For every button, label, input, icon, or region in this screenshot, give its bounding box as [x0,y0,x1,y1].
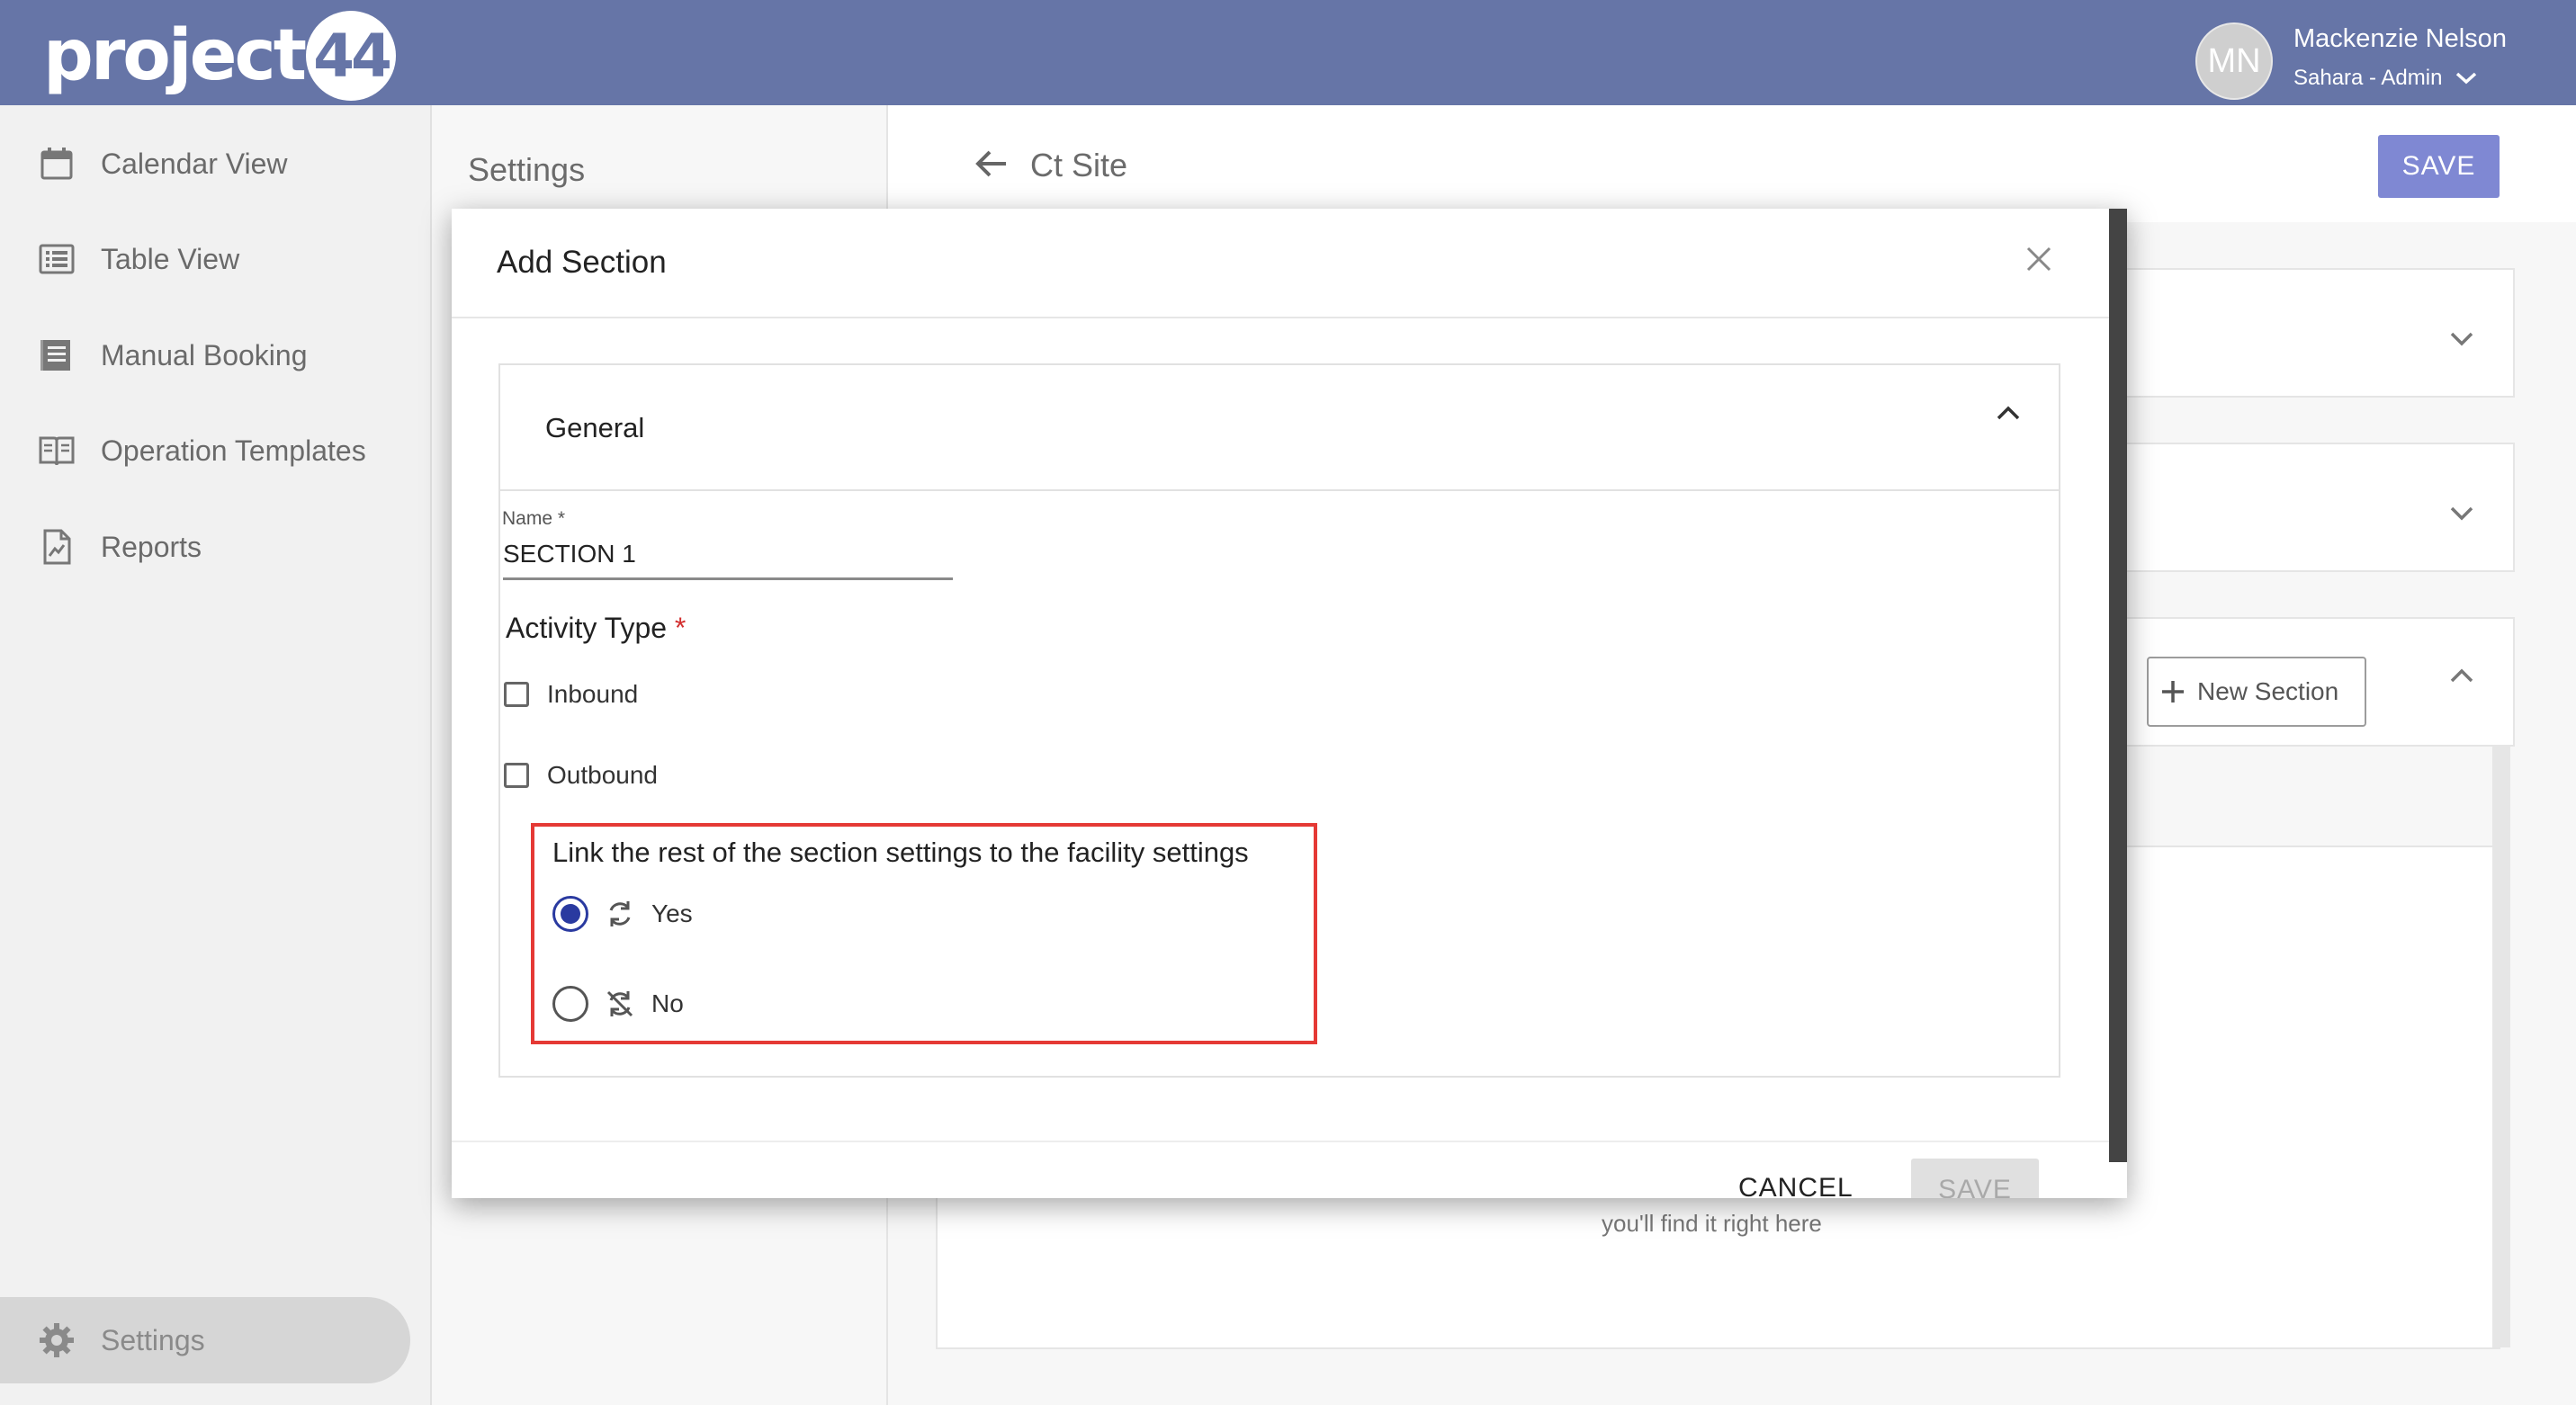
section-title: General [545,412,645,443]
user-name: Mackenzie Nelson [2293,24,2507,53]
book-icon [36,430,77,471]
gear-icon [36,1320,77,1361]
org-label: Sahara - Admin [2293,66,2443,90]
outbound-checkbox[interactable]: Outbound [504,761,658,790]
org-switcher[interactable]: Sahara - Admin [2293,66,2478,91]
chevron-down-icon[interactable] [2449,506,2474,522]
sidebar [0,105,432,1405]
settings-card[interactable] [2069,443,2515,572]
avatar[interactable]: MN [2195,22,2273,100]
radio-dot [561,904,580,924]
name-field-label: Name * [502,508,566,529]
sidebar-item-calendar-view[interactable]: Calendar View [36,137,288,191]
sidebar-item-operation-templates[interactable]: Operation Templates [36,424,366,478]
sidebar-item-label: Settings [101,1323,205,1356]
main-toolbar [888,105,2576,222]
dialog-save-button[interactable]: SAVE [1911,1159,2039,1198]
close-icon[interactable] [2015,236,2062,282]
link-yes-radio[interactable]: Yes [552,896,693,932]
settings-card[interactable] [2069,268,2515,398]
back-arrow-icon[interactable] [974,148,1010,183]
required-marker: * [674,612,687,644]
list-icon [36,238,77,280]
divider [452,1141,2109,1142]
logo-badge: 44 [306,11,397,101]
chevron-down-icon[interactable] [2449,331,2474,347]
sidebar-item-label: Manual Booking [101,338,308,371]
report-icon [36,526,77,568]
checkbox-label: Outbound [547,761,658,789]
sidebar-item-label: Reports [101,530,202,563]
chevron-up-icon[interactable] [2449,667,2474,684]
radio-button[interactable] [552,896,588,932]
dialog-title: Add Section [497,245,667,280]
project44-logo[interactable]: project 44 [43,11,397,101]
chevron-down-icon [2456,72,2477,85]
calendar-icon [36,143,77,184]
new-section-button[interactable]: New Section [2147,657,2366,727]
save-button[interactable]: SAVE [2378,135,2500,198]
sidebar-item-label: Operation Templates [101,434,366,467]
sidebar-item-manual-booking[interactable]: Manual Booking [36,328,307,382]
link-no-radio[interactable]: No [552,986,684,1022]
logo-text: project [43,15,307,96]
empty-hint: you'll find it right here [1602,1210,1822,1237]
radio-label: Yes [651,899,693,927]
link-settings-label: Link the rest of the section settings to… [552,837,1249,868]
sidebar-item-label: Table View [101,242,240,275]
name-field[interactable]: SECTION 1 [503,540,636,568]
app-header: project 44 MN Mackenzie Nelson Sahara - … [0,0,2576,105]
scrollbar[interactable] [2492,745,2510,1347]
checkbox-label: Inbound [547,680,639,708]
checkbox-box[interactable] [504,682,529,707]
activity-type-label: Activity Type * [506,612,686,645]
plus-icon [2162,681,2184,702]
chevron-up-icon[interactable] [1996,405,2021,421]
sidebar-item-settings[interactable]: Settings [0,1297,410,1383]
sync-icon [609,901,631,926]
settings-panel-title: Settings [468,151,586,188]
sidebar-item-table-view[interactable]: Table View [36,232,239,286]
dialog-scrollbar[interactable] [2109,209,2127,1162]
radio-label: No [651,989,684,1017]
divider [452,317,2109,318]
radio-button[interactable] [552,986,588,1022]
name-field-underline [503,577,953,580]
checkbox-box[interactable] [504,763,529,788]
general-section-header[interactable]: General [500,365,2059,491]
new-section-label: New Section [2197,677,2339,705]
sync-disabled-icon [606,990,633,1017]
sidebar-item-reports[interactable]: Reports [36,520,202,574]
activity-type-text: Activity Type [506,612,668,644]
page-title: Ct Site [1030,147,1128,183]
cancel-button[interactable]: CANCEL [1738,1173,1853,1198]
sidebar-item-label: Calendar View [101,147,288,180]
inbound-checkbox[interactable]: Inbound [504,680,638,709]
add-section-dialog: Add Section General Name * SECTION 1 Act… [452,209,2127,1198]
booking-icon [36,335,77,376]
